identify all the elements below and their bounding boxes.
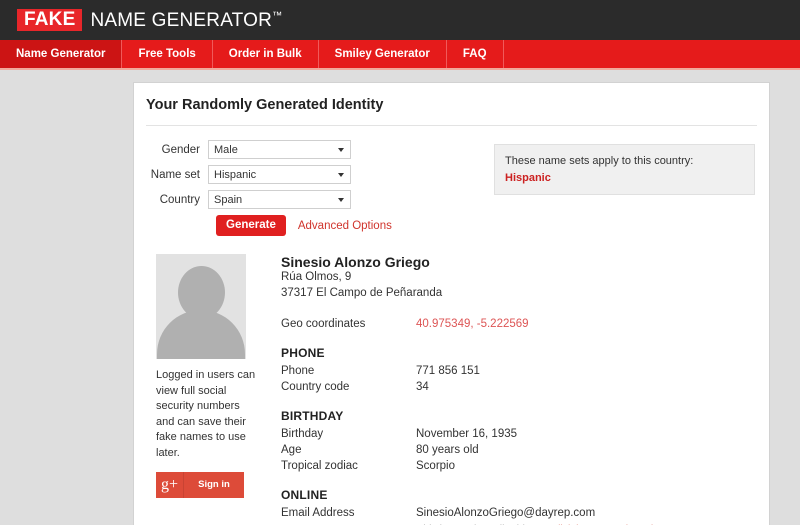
chevron-down-icon [338,172,344,177]
generator-form: Gender Male Name set Hispanic Country Sp… [134,140,494,236]
form-actions: Generate Advanced Options [146,215,494,236]
name-set-info-text: These name sets apply to this country: [505,155,694,167]
nav-filler [504,40,800,68]
age-value: 80 years old [416,443,479,456]
geo-coordinates-value[interactable]: 40.975349, -5.222569 [416,318,529,330]
tropical-zodiac-value: Scorpio [416,459,455,472]
logo-text: NAME GENERATOR™ [90,11,282,30]
name-set-info-value: Hispanic [505,171,551,184]
country-row: Country Spain [146,190,494,209]
site-logo[interactable]: FAKE NAME GENERATOR™ [17,9,282,31]
page-background: Your Randomly Generated Identity Gender … [0,70,800,525]
geo-coordinates-label: Geo coordinates [281,317,366,330]
phone-value: 771 856 151 [416,364,480,377]
nav-item-free-tools[interactable]: Free Tools [122,40,213,68]
country-label: Country [159,193,200,206]
country-select-value: Spain [214,193,243,206]
tropical-zodiac-label: Tropical zodiac [281,459,358,472]
name-set-label: Name set [150,168,200,181]
phone-label: Phone [281,364,315,377]
birthday-label: Birthday [281,427,324,440]
nav-item-order-in-bulk[interactable]: Order in Bulk [213,40,319,68]
google-plus-sign-in-button[interactable]: g+ Sign in [156,471,244,498]
country-select[interactable]: Spain [208,190,351,209]
age-row: Age 80 years old [281,444,769,456]
phone-row: Phone 771 856 151 [281,365,769,377]
top-header-bar: FAKE NAME GENERATOR™ [0,0,800,40]
gender-select[interactable]: Male [208,140,351,159]
nav-item-faq[interactable]: FAQ [447,40,504,68]
advanced-options-link[interactable]: Advanced Options [298,220,392,232]
gplus-sign-in-label: Sign in [198,479,230,491]
nav-item-smiley-generator[interactable]: Smiley Generator [319,40,447,68]
name-set-info-box: These name sets apply to this country: H… [494,144,755,195]
chevron-down-icon [338,147,344,152]
google-plus-icon: g+ [160,475,179,493]
trademark-icon: ™ [272,10,283,22]
generate-button[interactable]: Generate [216,215,286,236]
geo-coordinates-row: Geo coordinates 40.975349, -5.222569 [281,318,769,330]
logged-in-users-note: Logged in users can view full social sec… [156,369,256,460]
logo-fake-badge: FAKE [17,9,83,31]
country-code-value: 34 [416,380,429,393]
name-set-row: Name set Hispanic [146,165,494,184]
identity-left-column: Logged in users can view full social sec… [156,254,256,525]
country-code-row: Country code 34 [281,381,769,393]
main-navigation: Name Generator Free Tools Order in Bulk … [0,40,800,70]
birthday-value: November 16, 1935 [416,427,518,440]
avatar [156,254,246,359]
nav-item-name-generator[interactable]: Name Generator [0,40,123,68]
address-line-1: Rúa Olmos, 9 [281,271,352,283]
age-label: Age [281,443,302,456]
avatar-body-shape [157,310,245,359]
gender-label: Gender [161,143,200,156]
section-heading-birthday: BIRTHDAY [281,408,344,423]
name-set-select-value: Hispanic [214,168,257,181]
tropical-zodiac-row: Tropical zodiac Scorpio [281,460,769,472]
email-address-value: SinesioAlonzoGriego@dayrep.com [416,506,596,519]
email-address-row: Email Address SinesioAlonzoGriego@dayrep… [281,507,769,519]
person-name: Sinesio Alonzo Griego [281,254,430,270]
logo-name-generator-text: NAME GENERATOR [90,9,273,31]
section-heading-phone: PHONE [281,345,325,360]
page-title: Your Randomly Generated Identity [146,97,384,113]
gender-select-value: Male [214,143,238,156]
country-code-label: Country code [281,380,350,393]
chevron-down-icon [338,197,344,202]
email-address-label: Email Address [281,506,355,519]
name-set-select[interactable]: Hispanic [208,165,351,184]
address-line-2: 37317 El Campo de Peñaranda [281,286,443,299]
section-heading-online: ONLINE [281,487,328,502]
name-set-info-column: These name sets apply to this country: H… [494,140,769,236]
identity-card: Your Randomly Generated Identity Gender … [133,82,770,525]
birthday-row: Birthday November 16, 1935 [281,428,769,440]
identity-details: Logged in users can view full social sec… [134,236,769,525]
identity-right-column: Sinesio Alonzo Griego Rúa Olmos, 9 37317… [256,254,769,525]
form-and-info-row: Gender Male Name set Hispanic Country Sp… [134,126,769,236]
gender-row: Gender Male [146,140,494,159]
